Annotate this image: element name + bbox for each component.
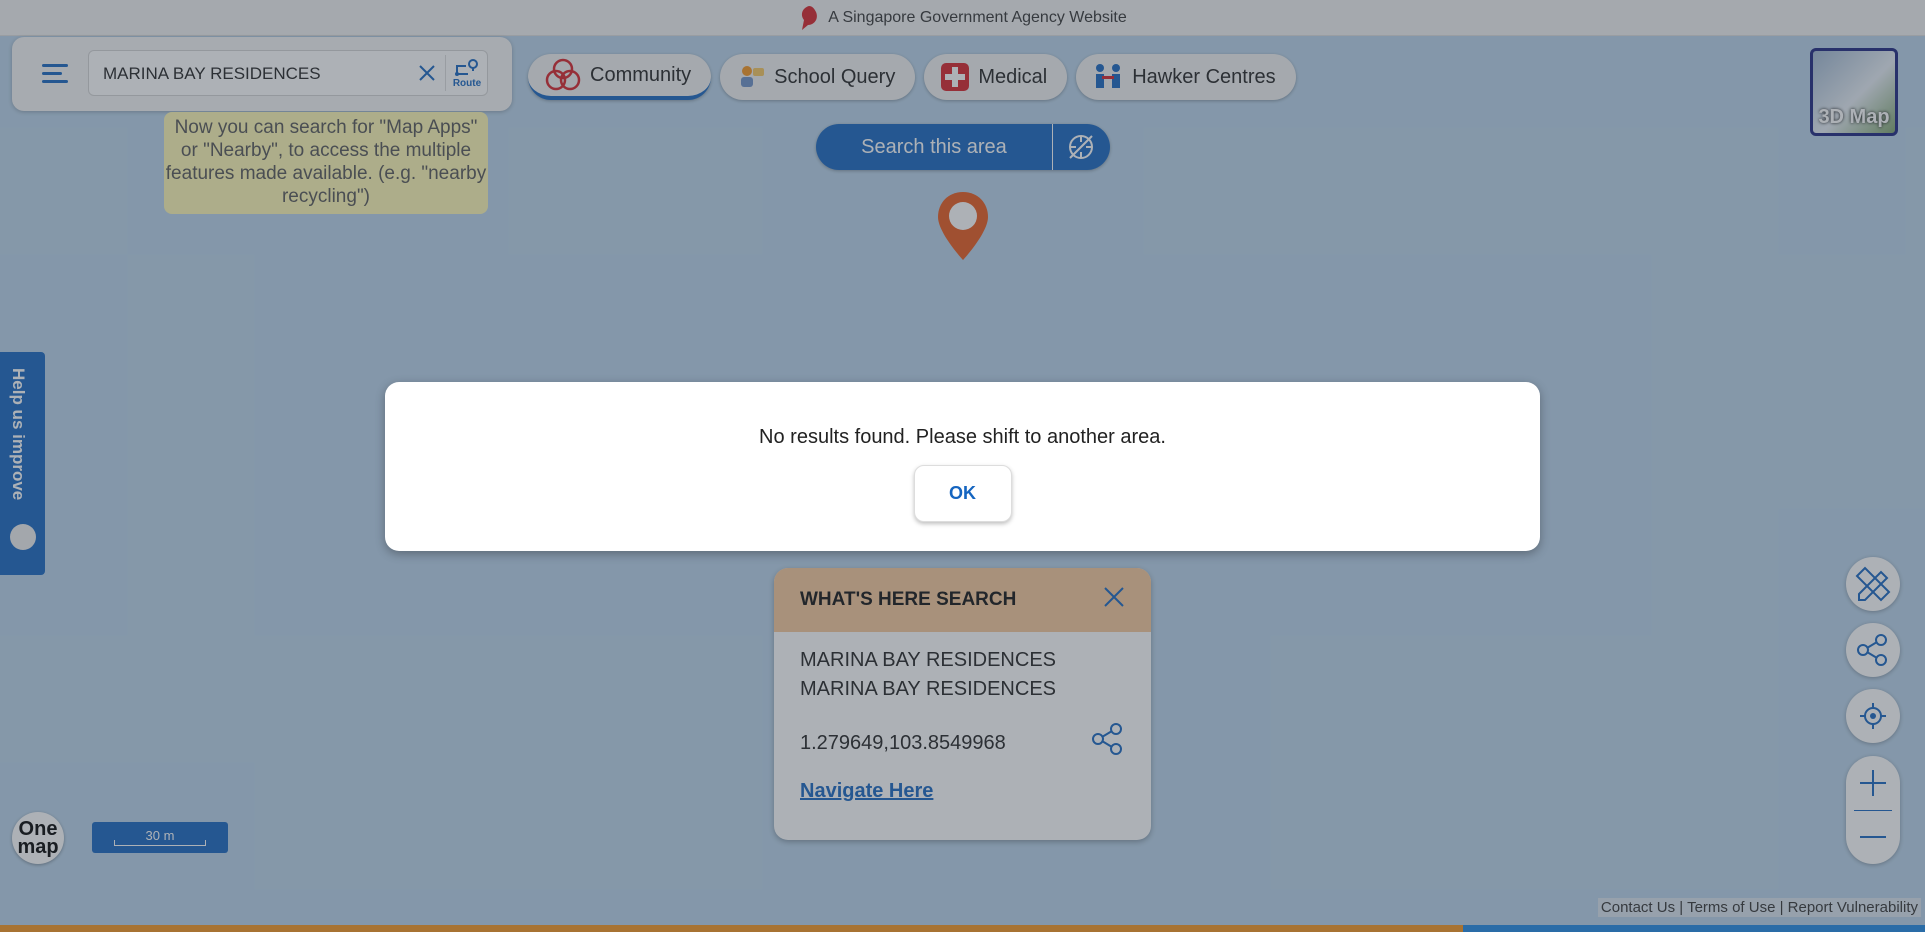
dialog-message: No results found. Please shift to anothe…	[759, 426, 1166, 448]
ok-button[interactable]: OK	[913, 465, 1012, 522]
no-results-dialog: No results found. Please shift to anothe…	[385, 382, 1540, 551]
